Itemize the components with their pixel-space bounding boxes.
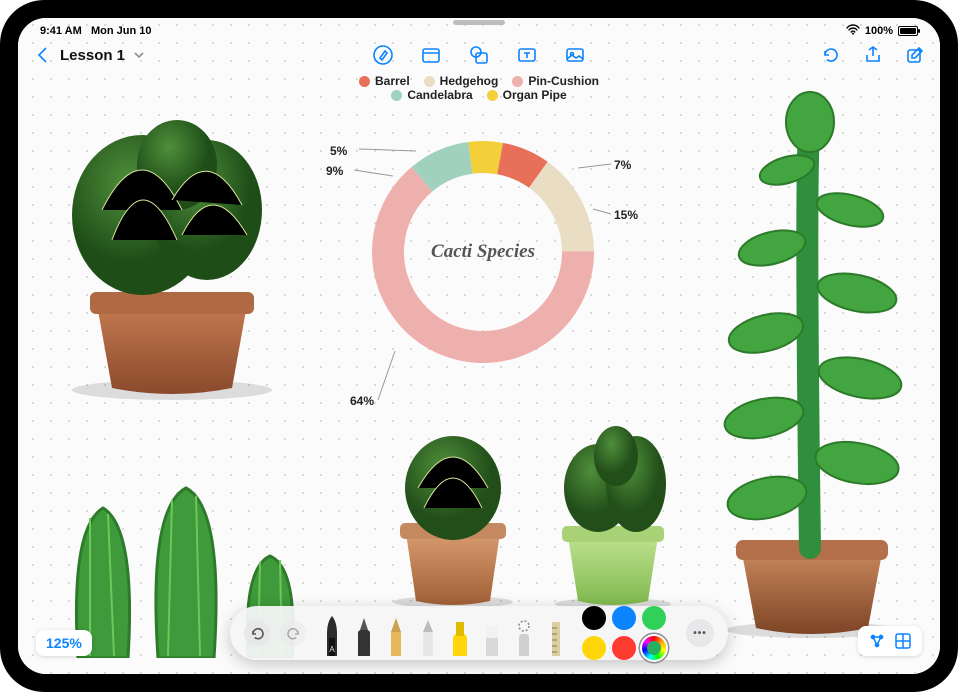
- status-left: 9:41 AM Mon Jun 10: [40, 25, 151, 37]
- view-controls: [858, 626, 922, 656]
- slice-label: 5%: [330, 144, 347, 158]
- photo-barrel-cactus[interactable]: [52, 100, 292, 400]
- color-red[interactable]: [612, 636, 636, 660]
- grid-toggle-button[interactable]: [890, 630, 916, 652]
- screen: 9:41 AM Mon Jun 10 100% Lesson 1: [18, 18, 940, 674]
- svg-text:A: A: [329, 645, 335, 654]
- wifi-icon: [846, 24, 860, 38]
- legend-item: Hedgehog: [424, 74, 499, 88]
- tool-lasso[interactable]: [512, 612, 536, 656]
- photo-small-cactus-1[interactable]: [378, 408, 528, 608]
- app-toolbar: Lesson 1: [18, 40, 940, 70]
- back-button[interactable]: [32, 44, 54, 66]
- drawing-tool-tray[interactable]: A: [230, 606, 728, 660]
- undo-button[interactable]: [820, 44, 842, 66]
- status-date: Mon Jun 10: [91, 25, 152, 37]
- pen-tool-button[interactable]: [372, 44, 394, 66]
- document-title-label: Lesson 1: [60, 47, 125, 64]
- drawing-succulent-tall[interactable]: [692, 78, 922, 638]
- photo-small-cactus-2[interactable]: [538, 406, 688, 611]
- ipad-frame: 9:41 AM Mon Jun 10 100% Lesson 1: [0, 0, 958, 692]
- tool-pen[interactable]: A: [320, 612, 344, 656]
- tray-redo-button[interactable]: [280, 620, 306, 646]
- tool-highlighter[interactable]: [448, 612, 472, 656]
- slice-label: 7%: [614, 158, 631, 172]
- battery-icon: [898, 26, 918, 36]
- tool-marker[interactable]: [352, 612, 376, 656]
- navigator-button[interactable]: [864, 630, 890, 652]
- text-box-button[interactable]: [516, 44, 538, 66]
- chart-title: Cacti Species: [363, 132, 603, 372]
- tool-eraser[interactable]: [480, 612, 504, 656]
- compose-button[interactable]: [904, 44, 926, 66]
- sticky-note-button[interactable]: [420, 44, 442, 66]
- color-black[interactable]: [582, 606, 606, 630]
- tray-more-button[interactable]: •••: [686, 619, 714, 647]
- color-palette: [582, 606, 676, 660]
- document-title[interactable]: Lesson 1: [60, 44, 150, 66]
- tool-crayon[interactable]: [416, 612, 440, 656]
- status-right: 100%: [846, 24, 918, 38]
- multitask-pill[interactable]: [453, 20, 505, 25]
- zoom-level[interactable]: 125%: [36, 630, 92, 656]
- legend-item: Barrel: [359, 74, 410, 88]
- share-button[interactable]: [862, 44, 884, 66]
- chevron-down-icon: [128, 44, 150, 66]
- tool-ruler[interactable]: [544, 612, 568, 656]
- shapes-button[interactable]: [468, 44, 490, 66]
- donut-chart[interactable]: Cacti Species: [363, 132, 603, 372]
- legend-item: Candelabra: [391, 88, 472, 102]
- color-green[interactable]: [642, 606, 666, 630]
- chart-legend: Barrel Hedgehog Pin-Cushion Candelabra O…: [359, 74, 599, 102]
- slice-label: 9%: [326, 164, 343, 178]
- media-button[interactable]: [564, 44, 586, 66]
- tray-undo-button[interactable]: [244, 620, 270, 646]
- status-time: 9:41 AM: [40, 25, 82, 37]
- legend-item: Organ Pipe: [487, 88, 567, 102]
- tool-pencil[interactable]: [384, 612, 408, 656]
- battery-percent: 100%: [865, 25, 893, 37]
- tool-list: A: [316, 610, 572, 656]
- color-yellow[interactable]: [582, 636, 606, 660]
- legend-item: Pin-Cushion: [512, 74, 599, 88]
- color-blue[interactable]: [612, 606, 636, 630]
- slice-label: 15%: [614, 208, 638, 222]
- zoom-label: 125%: [46, 635, 82, 651]
- slice-label: 64%: [350, 394, 374, 408]
- color-picker[interactable]: [642, 636, 666, 660]
